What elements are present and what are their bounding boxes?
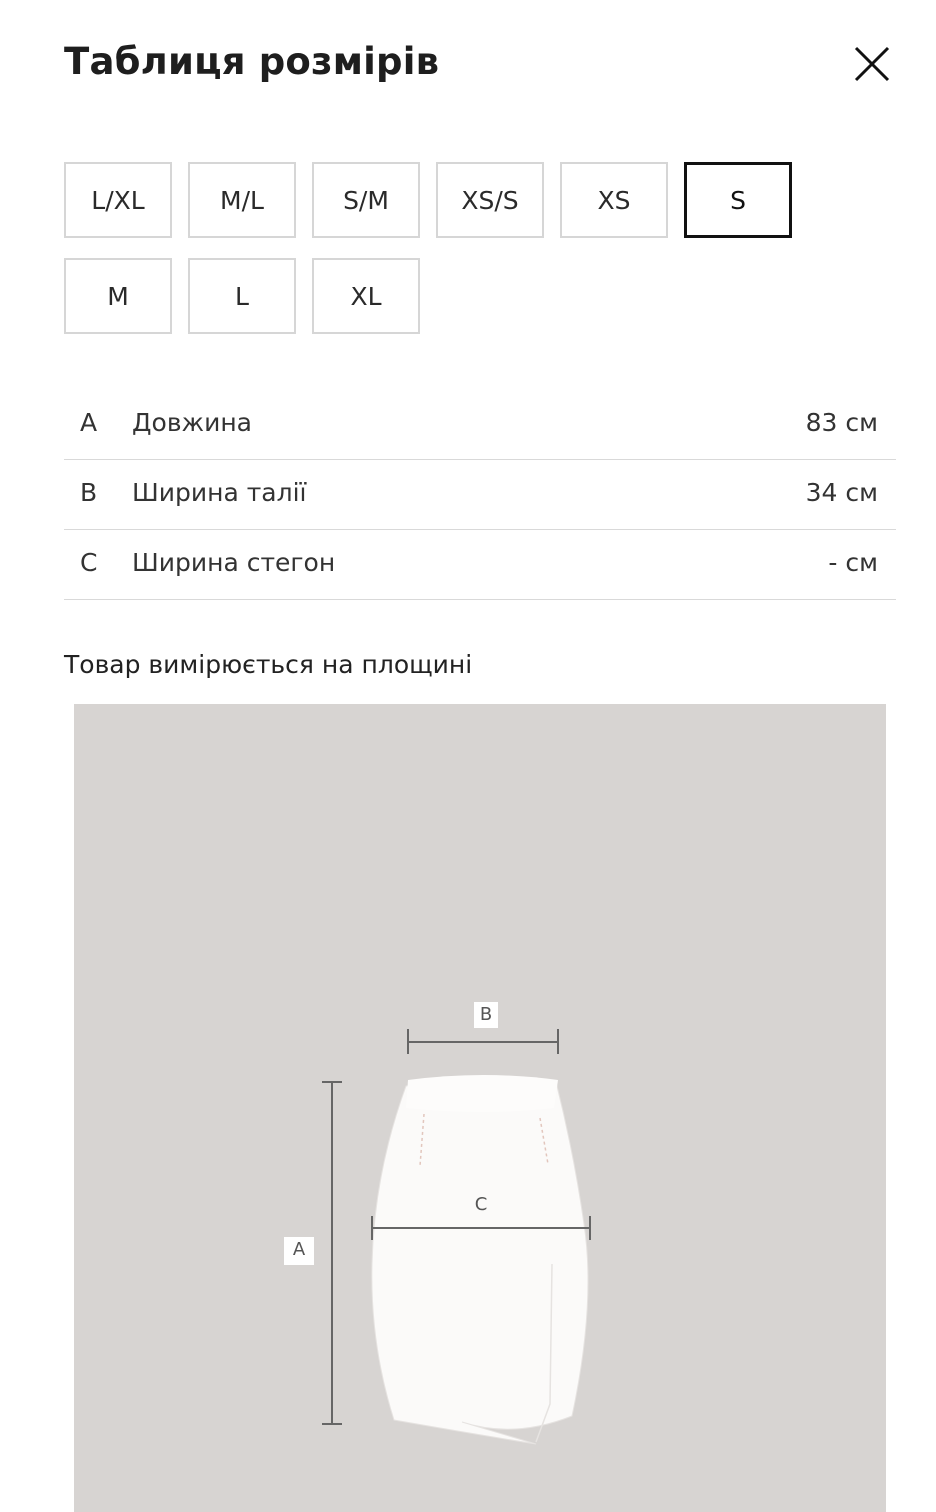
measurement-value: 34 см — [805, 478, 878, 507]
size-option-s-selected[interactable]: S — [684, 162, 792, 238]
measurement-letter: B — [80, 478, 98, 507]
measurement-row-a: A Довжина 83 см — [64, 390, 896, 460]
size-option-xl[interactable]: XL — [312, 258, 420, 334]
diagram-label-c: C — [474, 1194, 488, 1215]
measurement-row-b: B Ширина талії 34 см — [64, 460, 896, 530]
measurement-note: Товар вимірюється на площині — [64, 650, 473, 679]
measurement-value: 83 см — [805, 408, 878, 437]
size-option-s-m[interactable]: S/M — [312, 162, 420, 238]
measurement-value: - см — [828, 548, 878, 577]
measurement-letter: C — [80, 548, 98, 577]
size-option-xs[interactable]: XS — [560, 162, 668, 238]
diagram-label-a: A — [284, 1237, 314, 1265]
waistband-shape — [406, 1075, 558, 1112]
size-option-l[interactable]: L — [188, 258, 296, 334]
measurements-table: A Довжина 83 см B Ширина талії 34 см C Ш… — [64, 390, 896, 600]
size-option-m-l[interactable]: M/L — [188, 162, 296, 238]
measurement-name: Ширина талії — [132, 478, 307, 507]
modal-title: Таблиця розмірів — [64, 40, 440, 83]
measurement-name: Довжина — [132, 408, 252, 437]
diagram-label-b: B — [474, 1002, 498, 1028]
skirt-measurement-diagram: B C A — [74, 704, 886, 1512]
size-option-l-xl[interactable]: L/XL — [64, 162, 172, 238]
modal-header: Таблиця розмірів — [0, 0, 936, 130]
skirt-illustration — [322, 1029, 591, 1445]
close-icon[interactable] — [848, 40, 896, 88]
size-option-m[interactable]: M — [64, 258, 172, 334]
measurement-row-c: C Ширина стегон - см — [64, 530, 896, 600]
measurement-name: Ширина стегон — [132, 548, 336, 577]
skirt-shape — [371, 1077, 589, 1445]
size-option-xs-s[interactable]: XS/S — [436, 162, 544, 238]
measurement-letter: A — [80, 408, 98, 437]
